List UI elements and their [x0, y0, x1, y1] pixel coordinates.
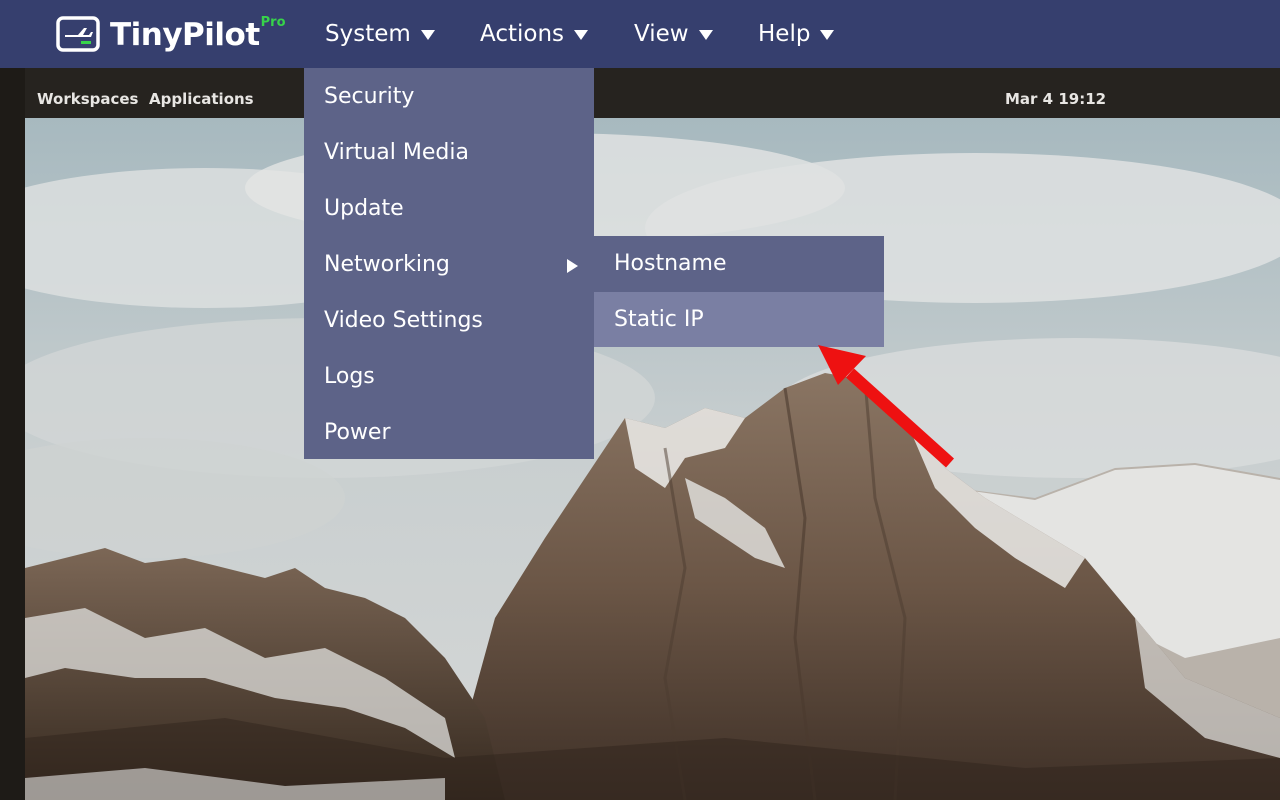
menu-item-logs[interactable]: Logs	[304, 348, 594, 404]
pro-badge: Pro	[260, 14, 286, 30]
networking-submenu: Hostname Static IP	[594, 236, 884, 347]
menu-item-label: Power	[324, 419, 391, 445]
menu-view[interactable]: View	[634, 0, 713, 68]
applications-button[interactable]: Applications	[149, 68, 254, 118]
caret-down-icon	[574, 30, 589, 40]
workspaces-button[interactable]: Workspaces	[37, 68, 138, 118]
menu-help[interactable]: Help	[758, 0, 835, 68]
menu-system-label: System	[325, 21, 411, 47]
menu-actions-label: Actions	[480, 21, 565, 47]
menu-actions[interactable]: Actions	[480, 0, 589, 68]
menu-item-update[interactable]: Update	[304, 180, 594, 236]
menu-system[interactable]: System	[325, 0, 435, 68]
submenu-item-label: Hostname	[614, 251, 727, 276]
navbar: TinyPilot Pro System Actions View Help	[0, 0, 1280, 68]
caret-down-icon	[420, 30, 435, 40]
menu-item-networking[interactable]: Networking	[304, 236, 594, 292]
menu-item-label: Video Settings	[324, 307, 483, 333]
logo[interactable]: TinyPilot Pro	[56, 14, 286, 54]
menu-item-label: Networking	[324, 251, 450, 277]
submenu-item-hostname[interactable]: Hostname	[594, 236, 884, 291]
menu-item-label: Security	[324, 83, 415, 109]
menu-help-label: Help	[758, 21, 811, 47]
menu-view-label: View	[634, 21, 689, 47]
tinypilot-logo-icon	[56, 16, 100, 52]
menu-item-label: Virtual Media	[324, 139, 469, 165]
remote-topbar: Workspaces Applications Mar 4 19:12	[25, 68, 1280, 118]
menu-item-power[interactable]: Power	[304, 404, 594, 460]
system-dropdown: Security Virtual Media Update Networking…	[304, 68, 594, 459]
caret-down-icon	[698, 30, 713, 40]
menu-item-virtual-media[interactable]: Virtual Media	[304, 124, 594, 180]
menu-item-label: Update	[324, 195, 404, 221]
menu-item-label: Logs	[324, 363, 375, 389]
remote-clock[interactable]: Mar 4 19:12	[1005, 68, 1106, 118]
caret-right-icon	[567, 259, 578, 273]
menu-item-video-settings[interactable]: Video Settings	[304, 292, 594, 348]
menu-item-security[interactable]: Security	[304, 68, 594, 124]
caret-down-icon	[820, 30, 835, 40]
logo-text: TinyPilot	[110, 17, 260, 53]
submenu-item-static-ip[interactable]: Static IP	[594, 292, 884, 347]
desktop-wallpaper	[25, 118, 1280, 800]
submenu-item-label: Static IP	[614, 307, 704, 332]
